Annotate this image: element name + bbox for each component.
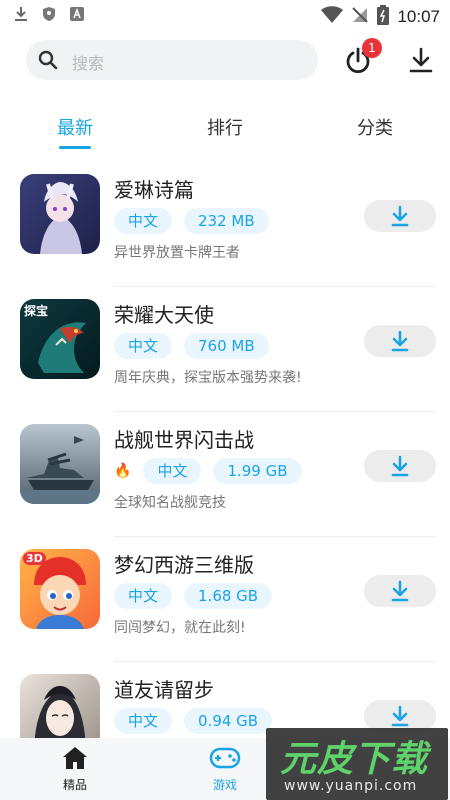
list-item[interactable]: 战舰世界闪击战 🔥 中文 1.99 GB 全球知名战舰竞技 — [0, 412, 450, 537]
download-icon — [391, 705, 409, 727]
download-icon — [391, 455, 409, 477]
download-button[interactable] — [364, 325, 436, 357]
language-tag: 中文 — [143, 458, 202, 484]
nav-label: 游戏 — [212, 778, 237, 792]
wifi-icon — [321, 6, 344, 28]
app-name: 战舰世界闪击战 — [114, 428, 254, 452]
search-row: 搜索 1 — [0, 38, 450, 82]
tab-bar: 最新 排行 分类 — [0, 110, 450, 150]
home-icon — [63, 747, 87, 769]
watermark-logo: 元皮下载 — [280, 739, 429, 780]
nav-item-games[interactable]: 游戏 — [190, 746, 260, 793]
language-tag: 中文 — [114, 333, 173, 359]
app-tags: 中文 760 MB — [114, 333, 269, 359]
a-icon — [70, 6, 84, 22]
size-tag: 0.94 GB — [184, 708, 273, 734]
list-item[interactable]: 3D 梦幻西游三维版 中文 1.68 GB 同闯梦幻，就在此刻! — [0, 537, 450, 662]
app-tags: 中文 0.94 GB — [114, 708, 273, 734]
tab-ranking[interactable]: 排行 — [207, 114, 243, 140]
app-icon — [20, 174, 100, 254]
app-description: 同闯梦幻，就在此刻! — [114, 620, 246, 636]
app-icon — [20, 424, 100, 504]
nav-label: 精品 — [62, 778, 87, 792]
app-name: 道友请留步 — [114, 678, 214, 702]
download-manager-icon[interactable] — [408, 46, 434, 74]
clock: 10:07 — [397, 7, 440, 26]
download-icon — [391, 580, 409, 602]
app-icon: 3D — [20, 549, 100, 629]
list-item[interactable]: 道友请留步 中文 0.94 GB — [0, 662, 450, 738]
size-tag: 1.99 GB — [213, 458, 302, 484]
app-icon — [20, 674, 100, 738]
watermark-url: www.yuanpi.com — [284, 778, 418, 794]
download-button[interactable] — [364, 575, 436, 607]
no-sim-icon — [351, 6, 369, 28]
search-placeholder: 搜索 — [72, 54, 105, 73]
app-description: 周年庆典，探宝版本强势来袭! — [114, 370, 302, 386]
app-tags: 中文 1.68 GB — [114, 583, 273, 609]
app-icon-badge: 探宝 — [24, 304, 49, 318]
app-tags: 🔥 中文 1.99 GB — [114, 458, 302, 484]
hot-fire-icon: 🔥 — [114, 463, 132, 479]
size-tag: 232 MB — [184, 208, 269, 234]
download-icon — [14, 6, 28, 22]
notification-badge: 1 — [362, 38, 382, 58]
app-description: 异世界放置卡牌王者 — [114, 245, 240, 261]
tab-indicator — [59, 146, 91, 149]
language-tag: 中文 — [114, 583, 173, 609]
app-description: 全球知名战舰竞技 — [114, 495, 226, 511]
shield-icon — [42, 6, 56, 22]
download-button[interactable] — [364, 450, 436, 482]
nav-item-featured[interactable]: 精品 — [40, 746, 110, 793]
download-icon — [391, 330, 409, 352]
app-name: 荣耀大天使 — [114, 303, 214, 327]
download-icon — [391, 205, 409, 227]
tab-category[interactable]: 分类 — [357, 114, 393, 140]
status-bar: 10:07 — [0, 0, 450, 32]
list-item[interactable]: 爱琳诗篇 中文 232 MB 异世界放置卡牌王者 — [0, 162, 450, 287]
app-icon-badge: 3D — [23, 552, 46, 565]
search-icon — [38, 50, 58, 70]
tab-latest[interactable]: 最新 — [57, 114, 93, 140]
list-item[interactable]: 探宝 荣耀大天使 中文 760 MB 周年庆典，探宝版本强势来袭! — [0, 287, 450, 412]
app-tags: 中文 232 MB — [114, 208, 269, 234]
app-list: 爱琳诗篇 中文 232 MB 异世界放置卡牌王者 探宝 荣耀大天使 中文 760… — [0, 162, 450, 738]
app-name: 爱琳诗篇 — [114, 178, 194, 202]
search-input[interactable]: 搜索 — [26, 40, 318, 80]
app-name: 梦幻西游三维版 — [114, 553, 254, 577]
gamepad-icon — [209, 747, 241, 769]
size-tag: 760 MB — [184, 333, 269, 359]
language-tag: 中文 — [114, 708, 173, 734]
language-tag: 中文 — [114, 208, 173, 234]
watermark: 元皮下载 www.yuanpi.com — [266, 728, 448, 800]
download-button[interactable] — [364, 200, 436, 232]
app-icon: 探宝 — [20, 299, 100, 379]
battery-icon — [377, 5, 390, 29]
size-tag: 1.68 GB — [184, 583, 273, 609]
